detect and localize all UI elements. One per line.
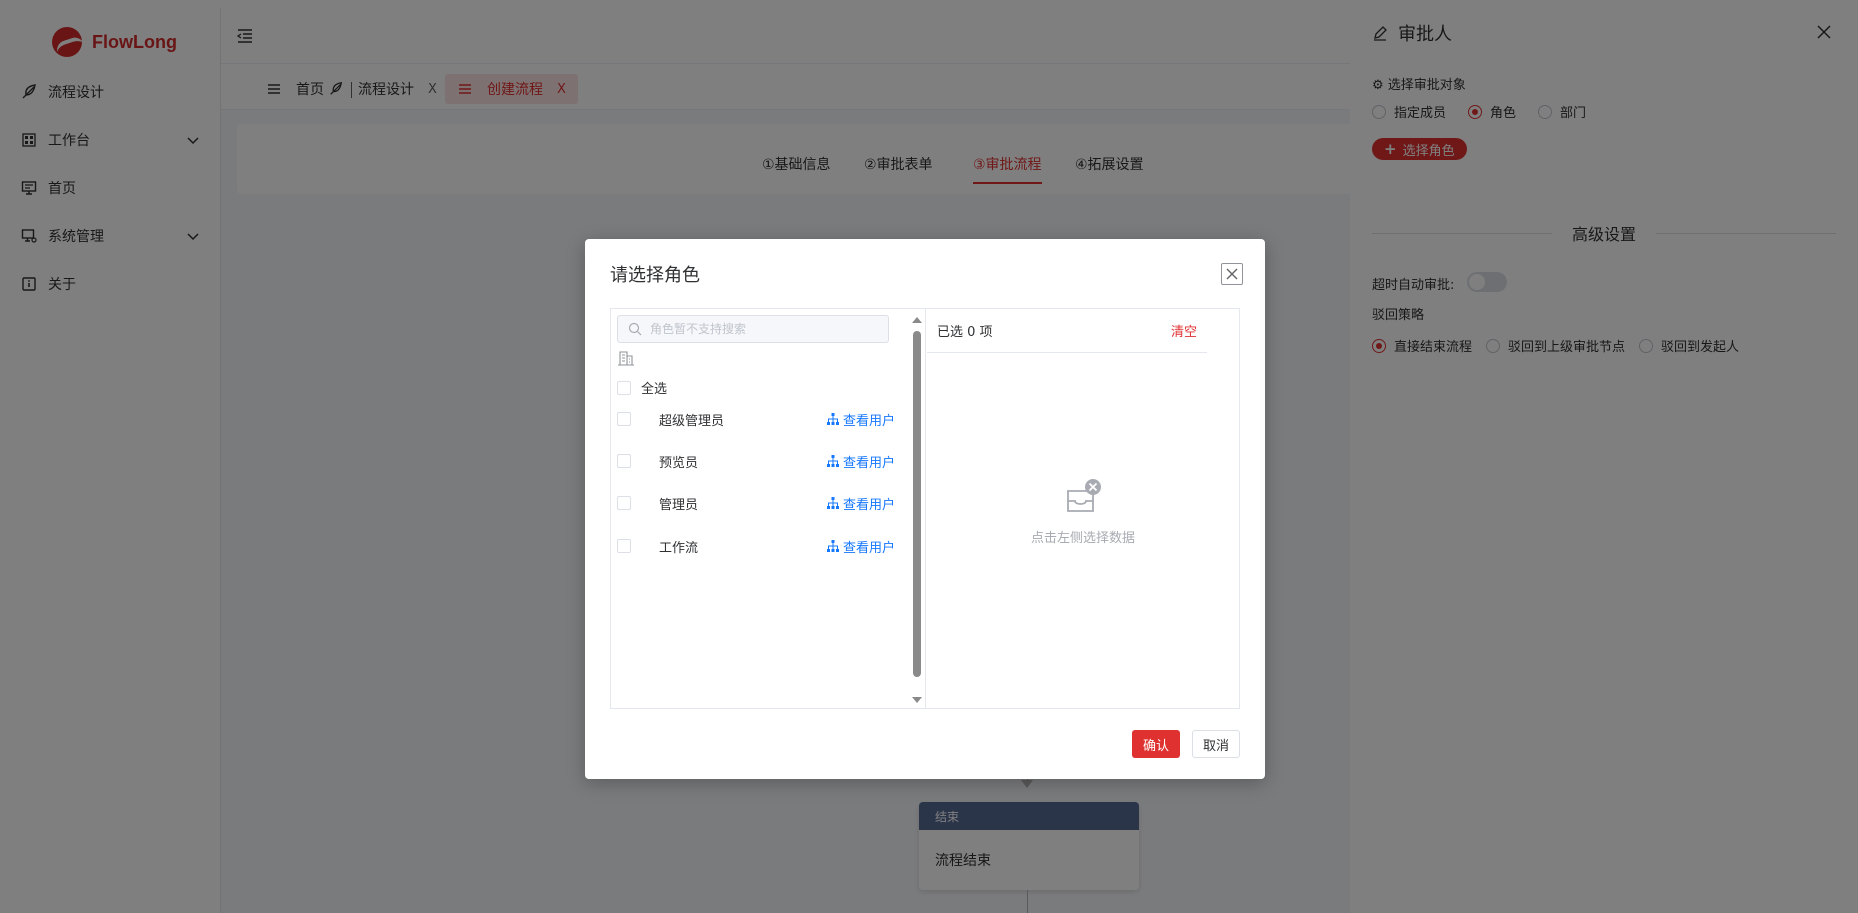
select-all-label: 全选: [641, 382, 668, 397]
scroll-down-icon[interactable]: [912, 697, 922, 703]
org-chart-icon: [826, 413, 839, 425]
view-users-label: 查看用户: [842, 497, 895, 513]
select-all-checkbox[interactable]: 全选: [617, 378, 667, 397]
view-users-label: 查看用户: [842, 455, 895, 471]
role-checkbox[interactable]: [617, 454, 631, 468]
view-users-label: 查看用户: [842, 540, 895, 556]
dialog-close-button[interactable]: [1221, 263, 1243, 285]
role-list-scrollbar[interactable]: [911, 317, 923, 703]
cancel-button[interactable]: 取消: [1192, 730, 1240, 758]
selected-count: 已选 0 项: [937, 325, 993, 340]
selected-pane: 已选 0 项 清空 点击左侧选择数据: [927, 309, 1239, 708]
select-role-dialog: 请选择角色 全选 超级管理员 查看用户: [585, 239, 1265, 779]
building-icon: [618, 351, 634, 366]
view-users-link[interactable]: 查看用户: [826, 410, 895, 429]
view-users-link[interactable]: 查看用户: [826, 494, 895, 513]
role-name: 超级管理员: [659, 413, 725, 429]
role-name: 管理员: [659, 497, 699, 513]
empty-text: 点击左侧选择数据: [1030, 531, 1135, 546]
view-users-label: 查看用户: [842, 413, 895, 429]
role-row[interactable]: 预览员 查看用户: [617, 449, 895, 473]
scroll-up-icon[interactable]: [912, 317, 922, 323]
empty-state: 点击左侧选择数据: [927, 477, 1239, 546]
role-search-box[interactable]: [617, 315, 889, 343]
clear-link[interactable]: 清空: [1171, 321, 1197, 340]
role-row[interactable]: 超级管理员 查看用户: [617, 407, 895, 431]
org-chart-icon: [826, 455, 839, 467]
empty-inbox-icon: [1067, 479, 1101, 512]
view-users-link[interactable]: 查看用户: [826, 452, 895, 471]
role-row[interactable]: 管理员 查看用户: [617, 491, 895, 515]
role-checkbox[interactable]: [617, 539, 631, 553]
scrollbar-thumb[interactable]: [913, 331, 921, 677]
role-name: 预览员: [659, 455, 699, 471]
close-icon: [1226, 268, 1238, 280]
transfer-panel: 全选 超级管理员 查看用户 预览员 查看用户 管理员: [610, 308, 1240, 709]
role-search-input[interactable]: [650, 322, 850, 336]
search-icon: [628, 322, 642, 336]
org-chart-icon: [826, 540, 839, 552]
role-checkbox[interactable]: [617, 412, 631, 426]
role-row[interactable]: 工作流 查看用户: [617, 534, 895, 558]
role-name: 工作流: [659, 540, 699, 556]
dialog-title: 请选择角色: [610, 265, 700, 286]
org-chart-icon: [826, 497, 839, 509]
role-checkbox[interactable]: [617, 496, 631, 510]
role-list-pane: 全选 超级管理员 查看用户 预览员 查看用户 管理员: [611, 309, 926, 708]
view-users-link[interactable]: 查看用户: [826, 537, 895, 556]
checkbox-box: [617, 380, 631, 395]
selected-header: 已选 0 项 清空: [927, 309, 1207, 353]
confirm-button[interactable]: 确认: [1132, 730, 1180, 758]
